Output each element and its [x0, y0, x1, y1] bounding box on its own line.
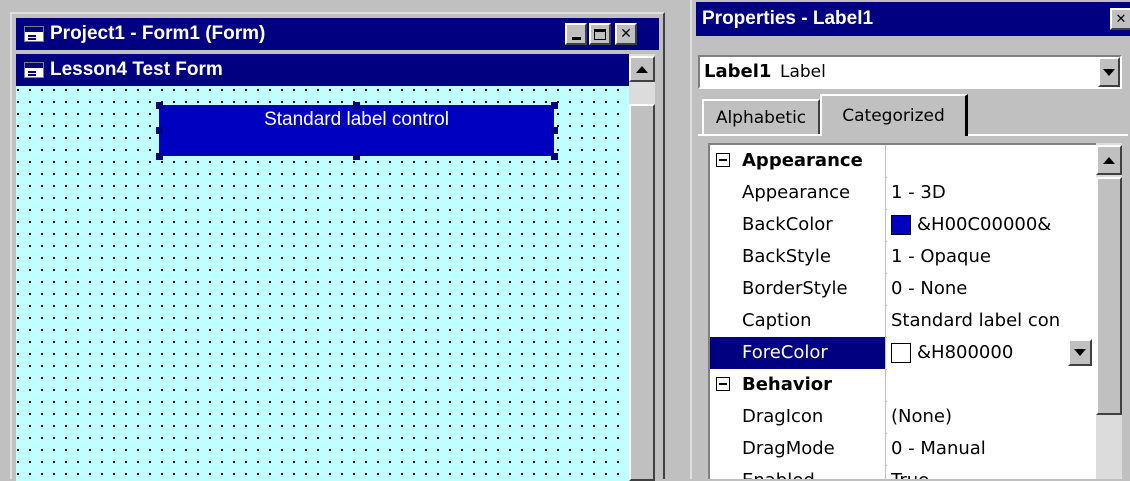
- form-window-system-icon[interactable]: [24, 26, 44, 42]
- maximize-button[interactable]: [589, 23, 611, 45]
- property-value[interactable]: (None): [887, 401, 1102, 433]
- category-appearance-label: Appearance: [742, 150, 863, 171]
- property-value[interactable]: 0 - None: [887, 273, 1102, 305]
- property-row-appearance[interactable]: Appearance 1 - 3D: [710, 177, 1102, 210]
- form-canvas-frame: Lesson4 Test Form Standard label control: [16, 54, 659, 481]
- property-value-backcolor[interactable]: &H00C00000&: [887, 209, 1102, 241]
- category-behavior-label: Behavior: [742, 374, 833, 395]
- backcolor-value: &H00C00000&: [917, 214, 1052, 235]
- minimize-icon: [571, 36, 581, 40]
- properties-window: Properties - Label1 ✕ Label1 Label Alpha…: [690, 0, 1130, 479]
- object-name: Label1: [704, 61, 772, 82]
- property-value[interactable]: 1 - 3D: [887, 177, 1102, 209]
- tab-categorized-label: Categorized: [842, 106, 945, 126]
- property-value[interactable]: 0 - Manual: [887, 433, 1102, 465]
- forecolor-dropdown-button[interactable]: [1068, 339, 1092, 366]
- tab-alphabetic-label: Alphabetic: [715, 108, 807, 128]
- category-behavior-value: [887, 369, 1102, 401]
- collapse-icon[interactable]: [716, 377, 730, 391]
- property-row-caption[interactable]: Caption Standard label con: [710, 305, 1102, 338]
- category-appearance-value: [887, 145, 1102, 177]
- form-window-titlebar[interactable]: Project1 - Form1 (Form): [16, 18, 659, 50]
- resize-handle-bottom-left[interactable]: [156, 153, 163, 160]
- resize-handle-middle-right[interactable]: [551, 127, 558, 134]
- property-row-dragicon[interactable]: DragIcon (None): [710, 401, 1102, 434]
- collapse-icon[interactable]: [716, 153, 730, 167]
- resize-handle-top-right[interactable]: [551, 102, 558, 109]
- scroll-up-icon: [636, 65, 648, 73]
- tab-categorized[interactable]: Categorized: [820, 94, 968, 136]
- property-row-dragmode[interactable]: DragMode 0 - Manual: [710, 433, 1102, 466]
- category-behavior: Behavior: [710, 369, 886, 401]
- form-title: Lesson4 Test Form: [50, 59, 223, 80]
- property-grid: Appearance Appearance 1 - 3D BackColor &…: [708, 143, 1102, 479]
- property-value[interactable]: True: [887, 465, 1102, 479]
- object-selector-dropdown[interactable]: Label1 Label: [698, 55, 1122, 89]
- properties-title: Properties - Label1: [702, 8, 874, 29]
- forecolor-value: &H800000: [917, 342, 1014, 363]
- form-window-title: Project1 - Form1 (Form): [50, 23, 266, 44]
- property-name: Appearance: [710, 177, 886, 209]
- property-value[interactable]: 1 - Opaque: [887, 241, 1102, 273]
- chevron-down-icon: [1074, 349, 1086, 356]
- close-button[interactable]: ✕: [615, 23, 637, 45]
- property-name: DragMode: [710, 433, 886, 465]
- property-row-enabled[interactable]: Enabled True: [710, 465, 1102, 479]
- form-design-surface[interactable]: Standard label control: [16, 86, 629, 481]
- property-grid-scrollbar[interactable]: [1096, 143, 1122, 479]
- form-system-icon[interactable]: [24, 62, 44, 78]
- label-control[interactable]: Standard label control: [159, 105, 554, 156]
- minimize-button[interactable]: [565, 23, 587, 45]
- resize-handle-bottom-right[interactable]: [551, 153, 558, 160]
- property-row-borderstyle[interactable]: BorderStyle 0 - None: [710, 273, 1102, 306]
- properties-titlebar[interactable]: Properties - Label1: [696, 2, 1130, 36]
- form-scroll-thumb[interactable]: [629, 104, 655, 481]
- property-value-forecolor[interactable]: &H800000: [887, 337, 1102, 369]
- category-appearance: Appearance: [710, 145, 886, 177]
- form-scroll-up-button[interactable]: [629, 56, 655, 82]
- close-icon: ✕: [620, 26, 632, 42]
- properties-close-button[interactable]: ✕: [1110, 8, 1130, 30]
- property-name: Enabled: [710, 465, 886, 479]
- maximize-icon: [594, 28, 606, 40]
- forecolor-swatch: [891, 343, 911, 363]
- property-row-backstyle[interactable]: BackStyle 1 - Opaque: [710, 241, 1102, 274]
- resize-handle-middle-left[interactable]: [156, 127, 163, 134]
- object-type: Label: [780, 62, 826, 82]
- resize-handle-bottom-center[interactable]: [353, 153, 360, 160]
- property-row-backcolor[interactable]: BackColor &H00C00000&: [710, 209, 1102, 242]
- property-name: BorderStyle: [710, 273, 886, 305]
- form-vertical-scrollbar[interactable]: [629, 54, 655, 481]
- backcolor-swatch: [891, 215, 911, 235]
- category-row-appearance[interactable]: Appearance: [710, 145, 1102, 178]
- category-row-behavior[interactable]: Behavior: [710, 369, 1102, 402]
- resize-handle-top-center[interactable]: [353, 102, 360, 109]
- property-value[interactable]: Standard label con: [887, 305, 1102, 337]
- property-row-forecolor[interactable]: ForeColor &H800000: [710, 337, 1102, 370]
- property-name-selected: ForeColor: [710, 337, 886, 369]
- property-name: DragIcon: [710, 401, 886, 433]
- object-dropdown-button[interactable]: [1098, 57, 1120, 87]
- property-name: Caption: [710, 305, 886, 337]
- resize-handle-top-left[interactable]: [156, 102, 163, 109]
- chevron-down-icon: [1103, 68, 1115, 76]
- property-scroll-up-button[interactable]: [1096, 145, 1122, 175]
- property-name: BackColor: [710, 209, 886, 241]
- form-designer-window: Project1 - Form1 (Form) ✕ Lesson4 Test F…: [10, 12, 665, 481]
- tab-alphabetic[interactable]: Alphabetic: [702, 99, 820, 135]
- property-name: BackStyle: [710, 241, 886, 273]
- scroll-up-icon: [1103, 156, 1115, 164]
- property-scroll-thumb[interactable]: [1096, 177, 1122, 415]
- properties-close-icon: ✕: [1115, 11, 1127, 27]
- form-titlebar[interactable]: Lesson4 Test Form: [16, 54, 629, 86]
